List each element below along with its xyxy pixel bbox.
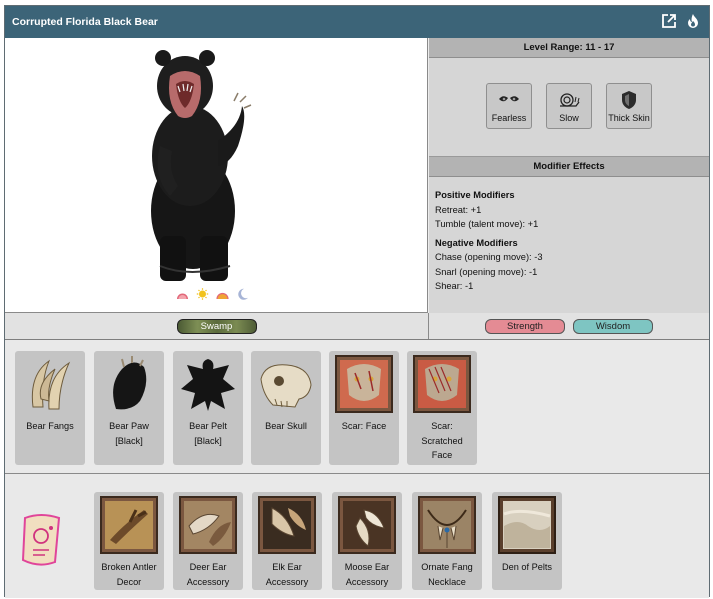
- drop-item-scar-face[interactable]: Scar: Face: [329, 351, 399, 465]
- drop-item-bear-pelt[interactable]: Bear Pelt [Black]: [173, 351, 243, 465]
- accessory-broken-antler-decor[interactable]: Broken Antler Decor: [94, 492, 164, 590]
- negative-modifier: Chase (opening move): -3: [435, 252, 543, 262]
- drop-sub: [Black]: [115, 435, 143, 446]
- accessory-sub: Accessory: [186, 576, 230, 587]
- trait-fearless[interactable]: Fearless: [486, 83, 532, 129]
- negative-modifier: Snarl (opening move): -1: [435, 266, 538, 277]
- trait-slow[interactable]: Slow: [546, 83, 592, 129]
- drop-item-bear-paw[interactable]: Bear Paw [Black]: [94, 351, 164, 465]
- habitat-stats-row: Swamp Strength Wisdom: [5, 313, 709, 340]
- ornate-fang-necklace-icon: [418, 496, 476, 554]
- drop-item-scar-scratched-face[interactable]: Scar: Scratched Face: [407, 351, 477, 465]
- drop-name: Bear Paw: [109, 421, 149, 431]
- accessory-name: Deer Ear: [189, 562, 227, 572]
- accessory-name: Den of Pelts: [501, 562, 553, 572]
- title-bar: Corrupted Florida Black Bear: [5, 6, 709, 38]
- stat-strength[interactable]: Strength: [485, 318, 565, 334]
- accessory-name: Moose Ear: [344, 562, 390, 572]
- day-icon: [196, 288, 209, 300]
- accessory-deer-ear[interactable]: Deer Ear Accessory: [173, 492, 243, 590]
- level-range: Level Range: 11 - 17: [429, 38, 709, 58]
- trait-label: Thick Skin: [608, 113, 650, 123]
- drop-name: Bear Pelt: [189, 421, 227, 431]
- bear-paw-icon: [113, 356, 147, 410]
- drop-name: Bear Skull: [265, 421, 307, 431]
- accessories-section: Broken Antler Decor Deer Ear Accessory E…: [5, 474, 709, 598]
- modifier-effects-title: Modifier Effects: [429, 157, 709, 177]
- accessory-den-of-pelts[interactable]: Den of Pelts: [492, 492, 562, 590]
- trait-label: Slow: [559, 113, 579, 123]
- bear-pelt-icon: [181, 359, 235, 411]
- scar-scratched-face-icon: [413, 355, 471, 413]
- bear-fangs-icon: [31, 359, 71, 410]
- den-of-pelts-icon: [498, 496, 556, 554]
- dusk-icon: [216, 292, 229, 300]
- accessory-sub: Accessory: [265, 576, 309, 587]
- modifier-effects: Positive Modifiers Retreat: +1 Tumble (t…: [429, 177, 709, 303]
- external-link-icon[interactable]: [661, 13, 677, 29]
- shield-icon: [622, 91, 636, 109]
- accessory-sub: Necklace: [428, 576, 466, 587]
- drop-sub: [Black]: [194, 435, 222, 446]
- deer-ear-icon: [179, 496, 237, 554]
- trait-thick-skin[interactable]: Thick Skin: [606, 83, 652, 129]
- accessory-name: Elk Ear: [272, 562, 302, 572]
- dawn-icon: [177, 293, 188, 299]
- eyes-icon: [499, 96, 519, 102]
- traits-row: Fearless Slow Thick Skin: [429, 58, 709, 157]
- moose-ear-icon: [338, 496, 396, 554]
- broken-antler-icon: [100, 496, 158, 554]
- accessory-elk-ear[interactable]: Elk Ear Accessory: [252, 492, 322, 590]
- scar-face-icon: [335, 355, 393, 413]
- accessory-sub: Decor: [116, 576, 142, 587]
- scroll-icon[interactable]: [19, 510, 65, 568]
- night-icon: [238, 288, 248, 300]
- drop-name: Scar: Face: [341, 421, 387, 431]
- drop-item-bear-fangs[interactable]: Bear Fangs: [15, 351, 85, 465]
- positive-modifier: Tumble (talent move): +1: [435, 219, 539, 229]
- creature-panel: Corrupted Florida Black Bear Level Range…: [4, 5, 710, 598]
- drop-name: Bear Fangs: [26, 421, 74, 431]
- positive-modifier: Retreat: +1: [435, 204, 482, 215]
- drops-section: Bear Fangs Bear Paw [Black] Bear Pelt [B…: [5, 340, 709, 474]
- elk-ear-icon: [258, 496, 316, 554]
- trait-label: Fearless: [491, 113, 527, 123]
- bear-image: [151, 50, 252, 281]
- drop-sub: Scratched: [421, 435, 463, 446]
- creature-image-panel: [5, 38, 428, 313]
- bear-skull-icon: [260, 364, 312, 408]
- stat-wisdom[interactable]: Wisdom: [573, 318, 653, 334]
- positive-modifiers-title: Positive Modifiers: [435, 190, 515, 200]
- negative-modifier: Shear: -1: [435, 281, 474, 291]
- fire-icon[interactable]: [685, 13, 701, 29]
- drop-sub: Face: [431, 450, 453, 460]
- accessory-moose-ear[interactable]: Moose Ear Accessory: [332, 492, 402, 590]
- accessory-name: Broken Antler: [101, 562, 157, 572]
- accessory-sub: Accessory: [345, 576, 389, 587]
- drop-name: Scar:: [431, 421, 453, 431]
- drop-item-bear-skull[interactable]: Bear Skull: [251, 351, 321, 465]
- habitat-badge[interactable]: Swamp: [176, 318, 257, 334]
- time-of-day-icons: [175, 288, 250, 300]
- accessory-ornate-fang-necklace[interactable]: Ornate Fang Necklace: [412, 492, 482, 590]
- snail-icon: [560, 93, 580, 107]
- accessory-name: Ornate Fang: [421, 562, 473, 572]
- negative-modifiers-title: Negative Modifiers: [435, 237, 518, 248]
- creature-title: Corrupted Florida Black Bear: [12, 16, 158, 28]
- info-column: Level Range: 11 - 17 Fearless Slow Thick…: [429, 38, 709, 313]
